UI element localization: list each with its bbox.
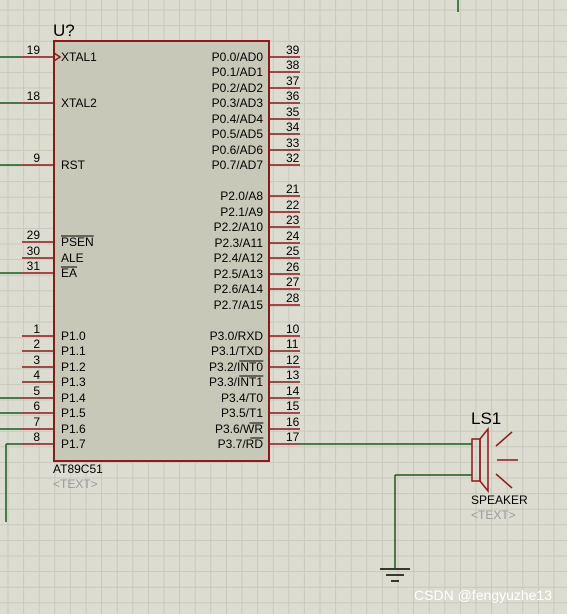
pin-name: P2.4/A12: [214, 251, 264, 265]
pin-number: 25: [286, 244, 300, 258]
pin-number: 2: [33, 337, 40, 351]
pin-name: P3.4/T0: [221, 391, 263, 405]
pin-number: 3: [33, 353, 40, 367]
ground-symbol[interactable]: [380, 568, 410, 582]
pin-number: 19: [27, 43, 41, 57]
pin-number: 4: [33, 368, 40, 382]
pin-name: P1.3: [61, 375, 86, 389]
pin-number: 9: [33, 151, 40, 165]
pin-name: XTAL2: [61, 96, 97, 110]
pin-name: P1.5: [61, 406, 86, 420]
pin-name: P2.5/A13: [214, 267, 264, 281]
pin-name: P0.1/AD1: [212, 65, 264, 79]
pin-number: 35: [286, 105, 300, 119]
pin-number: 6: [33, 399, 40, 413]
pin-number: 24: [286, 229, 300, 243]
pin-name: P3.5/T1: [221, 406, 263, 420]
pin-name: P0.3/AD3: [212, 96, 264, 110]
pin-name: P3.0/RXD: [210, 329, 264, 343]
pin-name: P0.7/AD7: [212, 158, 264, 172]
pin-number: 23: [286, 213, 300, 227]
pin-number: 8: [33, 430, 40, 444]
pin-number: 37: [286, 74, 300, 88]
speaker-symbol[interactable]: [471, 426, 518, 494]
pin-number: 14: [286, 384, 300, 398]
pin-name: P3.3/INT1: [209, 375, 263, 389]
pin-name: P1.2: [61, 360, 86, 374]
pin-name: ALE: [61, 251, 84, 265]
pin-name: PSEN: [61, 235, 94, 249]
pin-name: XTAL1: [61, 50, 97, 64]
speaker-reference-label: LS1: [471, 409, 501, 428]
pin-name: P3.2/INT0: [209, 360, 263, 374]
pin-name: P2.6/A14: [214, 282, 264, 296]
pin-name: P2.1/A9: [220, 205, 263, 219]
pin-name: P0.4/AD4: [212, 112, 264, 126]
pin-number: 27: [286, 275, 300, 289]
chip-reference-label: U?: [53, 21, 75, 40]
pin-number: 18: [27, 89, 41, 103]
pin-number: 39: [286, 43, 300, 57]
pin-number: 36: [286, 89, 300, 103]
pin-name: P3.6/WR: [215, 422, 263, 436]
chip-part-label: AT89C51: [53, 462, 103, 476]
pin-number: 7: [33, 415, 40, 429]
pin-name: P0.2/AD2: [212, 81, 264, 95]
pin-name: P3.7/RD: [218, 437, 264, 451]
pin-number: 10: [286, 322, 300, 336]
speaker-part-label: SPEAKER: [471, 493, 528, 507]
pin-number: 32: [286, 151, 300, 165]
pin-number: 11: [286, 337, 299, 351]
pin-number: 28: [286, 291, 300, 305]
sound-wave: [495, 431, 513, 447]
pin-name: P1.4: [61, 391, 86, 405]
pin-name: P2.3/A11: [215, 236, 264, 250]
pin-number: 13: [286, 368, 300, 382]
pin-number: 17: [286, 430, 300, 444]
pin-name: P0.6/AD6: [212, 143, 264, 157]
watermark: CSDN @fengyuzhe13: [414, 587, 552, 603]
speaker-text-placeholder: <TEXT>: [471, 508, 516, 522]
pin-number: 33: [286, 136, 300, 150]
pin-number: 12: [286, 353, 300, 367]
pin-number: 26: [286, 260, 300, 274]
pin-name: P2.0/A8: [220, 189, 263, 203]
schematic-canvas[interactable]: U? 19 XTAL1 18 XTAL2 9 RST 29 PSEN 30 ALE 31 EA 1 P1.…: [0, 0, 567, 614]
pin-number: 5: [33, 384, 40, 398]
pin-number: 34: [286, 120, 300, 134]
speaker-cone: [479, 426, 489, 494]
pin-name: P0.0/AD0: [212, 50, 264, 64]
pin-number: 15: [286, 399, 300, 413]
pin-number: 29: [27, 228, 41, 242]
pin-number: 22: [286, 198, 300, 212]
pin-number: 21: [286, 182, 300, 196]
pin-number: 31: [27, 259, 41, 273]
pin-name: EA: [61, 266, 77, 280]
pin-number: 38: [286, 58, 300, 72]
pin-number: 30: [27, 244, 41, 258]
pin-name: RST: [61, 158, 86, 172]
pin-number: 16: [286, 415, 300, 429]
pin-name: P0.5/AD5: [212, 127, 264, 141]
pin-number: 1: [33, 322, 40, 336]
pin-name: P1.6: [61, 422, 86, 436]
pin-name: P2.2/A10: [214, 220, 264, 234]
pin-name: P3.1/TXD: [211, 344, 263, 358]
pin-name: P1.7: [61, 437, 86, 451]
sound-wave: [495, 473, 513, 489]
pin-name: P1.1: [61, 344, 86, 358]
pin-name: P2.7/A15: [214, 298, 264, 312]
pin-name: P1.0: [61, 329, 86, 343]
chip-text-placeholder: <TEXT>: [53, 477, 98, 491]
